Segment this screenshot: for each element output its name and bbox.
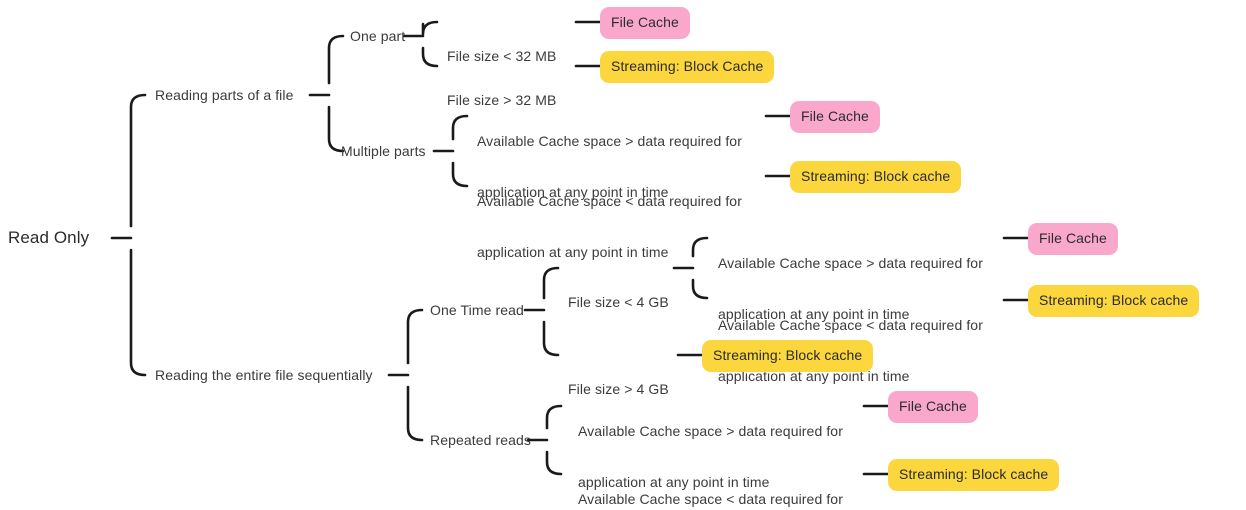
outcome-badge-streaming-block-cache-3[interactable]: Streaming: Block cache: [1028, 285, 1200, 317]
node-root[interactable]: Read Only: [8, 228, 89, 248]
outcome-badge-streaming-block-cache-4[interactable]: Streaming: Block cache: [702, 340, 874, 372]
condition-line-1: Available Cache space < data required fo…: [578, 491, 843, 507]
outcome-badge-streaming-block-cache-2[interactable]: Streaming: Block cache: [790, 161, 962, 193]
outcome-badge-streaming-block-cache-1[interactable]: Streaming: Block Cache: [600, 51, 775, 83]
condition-line-1: Available Cache space < data required fo…: [718, 317, 983, 333]
condition-line-1: Available Cache space < data required fo…: [477, 193, 742, 209]
edge-l1b-bracket: [406, 308, 424, 442]
condition-file-size-lt-4gb[interactable]: File size < 4 GB: [568, 260, 669, 345]
node-multiple-parts[interactable]: Multiple parts: [341, 143, 426, 160]
condition-line-1: Available Cache space > data required fo…: [578, 423, 843, 439]
outcome-badge-streaming-block-cache-5[interactable]: Streaming: Block cache: [888, 459, 1060, 491]
node-reading-parts-of-a-file[interactable]: Reading parts of a file: [155, 87, 294, 104]
edge-l2b2-bracket: [545, 404, 563, 476]
edge-l1a-bracket: [327, 34, 345, 153]
outcome-badge-file-cache-4[interactable]: File Cache: [888, 391, 978, 423]
condition-line-1: Available Cache space > data required fo…: [477, 133, 742, 149]
outcome-badge-file-cache-3[interactable]: File Cache: [1028, 223, 1118, 255]
outcome-badge-file-cache-1[interactable]: File Cache: [600, 7, 690, 39]
condition-cache-lt-data-repeated[interactable]: Available Cache space < data required fo…: [578, 457, 843, 510]
condition-line-1: Available Cache space > data required fo…: [718, 255, 983, 271]
outcome-badge-file-cache-2[interactable]: File Cache: [790, 101, 880, 133]
edge-l2a1-bracket: [421, 20, 439, 68]
node-one-part[interactable]: One part: [350, 28, 405, 45]
node-one-time-read[interactable]: One Time read: [430, 302, 524, 319]
edge-root-bracket: [129, 93, 147, 377]
condition-line-1: File size < 4 GB: [568, 294, 669, 310]
node-reading-entire-file-sequentially[interactable]: Reading the entire file sequentially: [155, 367, 373, 384]
condition-line-2: application at any point in time: [477, 244, 669, 260]
node-repeated-reads[interactable]: Repeated reads: [430, 432, 531, 449]
decision-tree-diagram: Read Only Reading parts of a file Readin…: [0, 0, 1246, 510]
